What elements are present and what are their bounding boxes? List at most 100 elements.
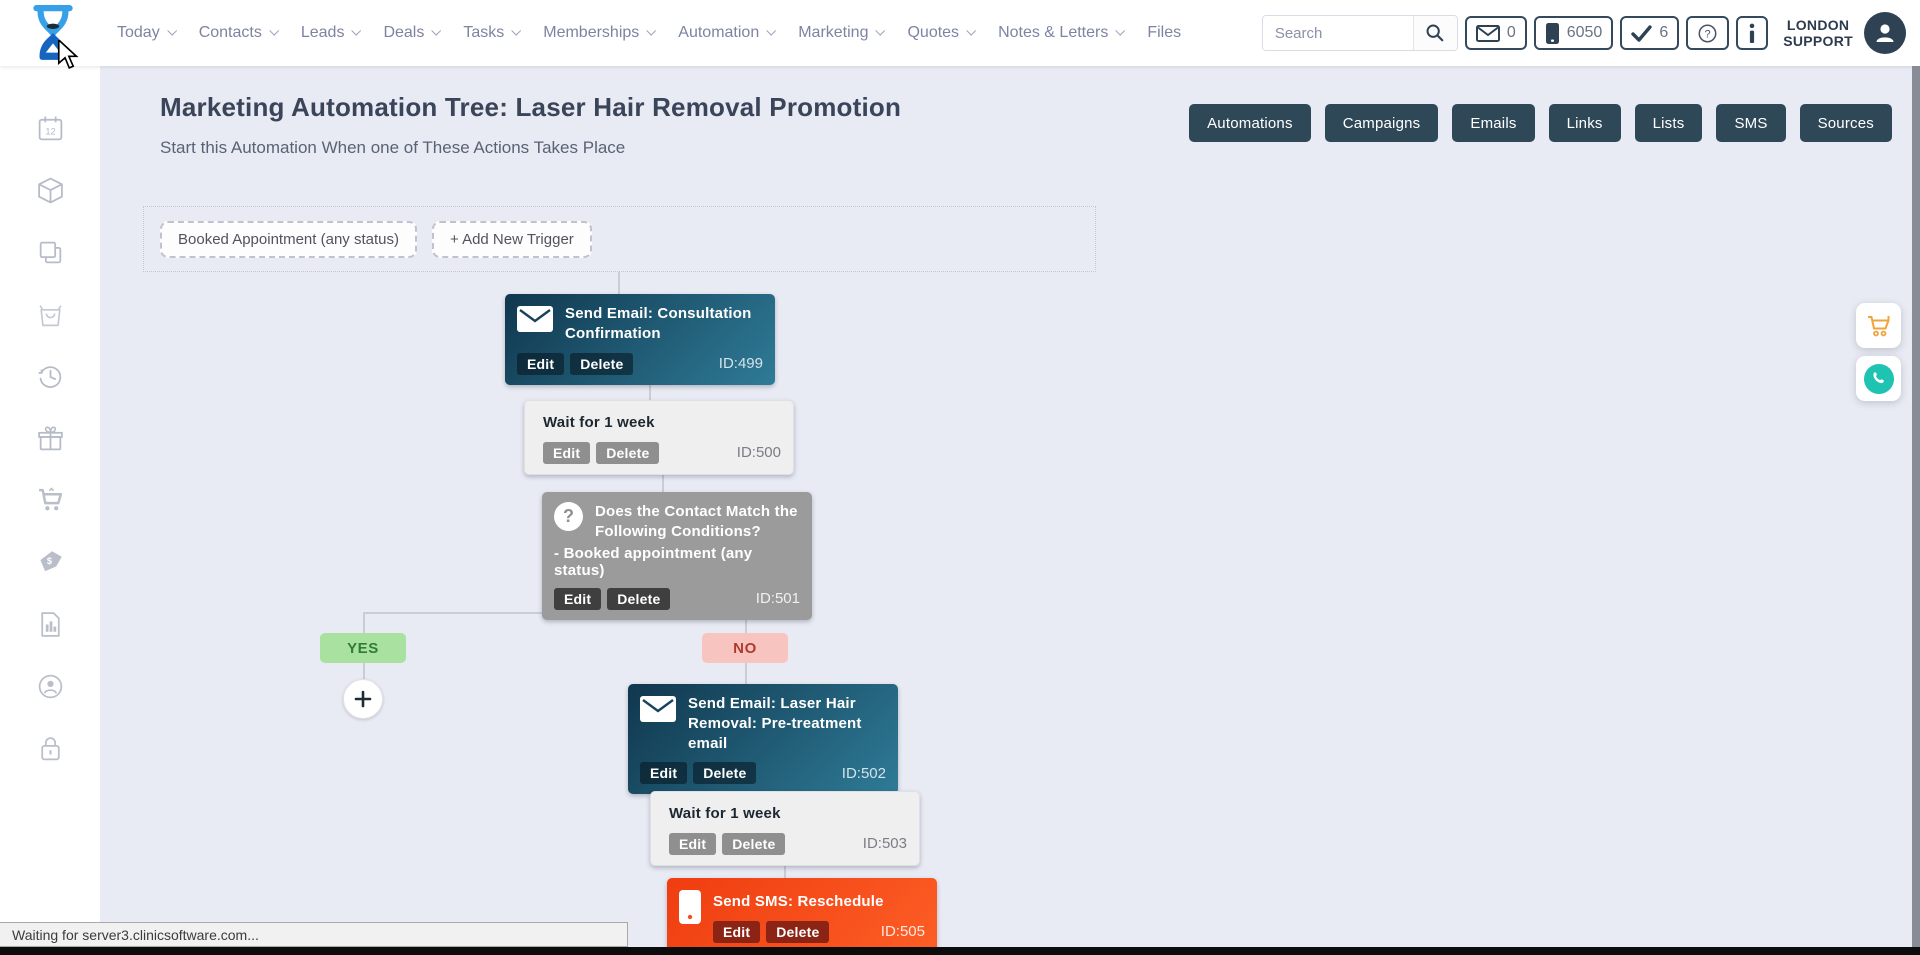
node-id: ID:501 (756, 590, 800, 607)
node-condition-501[interactable]: ? Does the Contact Match the Following C… (542, 492, 812, 620)
search-box (1262, 15, 1458, 51)
delete-button[interactable]: Delete (766, 921, 829, 943)
nav-item-memberships[interactable]: Memberships (531, 24, 666, 42)
price-tag-icon: $ (36, 548, 65, 577)
chevron-down-icon (1116, 26, 1126, 36)
branch-yes-label: YES (320, 633, 406, 663)
connector-line (363, 612, 365, 633)
edit-button[interactable]: Edit (669, 833, 716, 855)
node-send-email-502[interactable]: Send Email: Laser Hair Removal: Pre-trea… (628, 684, 898, 794)
sidebar-item-calendar[interactable]: 12 (36, 114, 65, 143)
status-text: Waiting for server3.clinicsoftware.com..… (12, 927, 259, 943)
sidebar-item-duplicates[interactable] (36, 238, 65, 267)
nav-item-deals[interactable]: Deals (371, 24, 451, 42)
node-id: ID:499 (719, 355, 763, 372)
node-header: Send Email: Laser Hair Removal: Pre-trea… (640, 694, 886, 753)
add-step-button[interactable] (343, 679, 383, 719)
chevron-down-icon (269, 26, 279, 36)
automations-button[interactable]: Automations (1189, 104, 1311, 142)
edit-button[interactable]: Edit (640, 762, 687, 784)
nav-label: Contacts (199, 24, 262, 42)
node-condition-detail: - Booked appointment (any status) (554, 545, 800, 579)
messages-button[interactable]: 0 (1465, 16, 1527, 50)
lists-button[interactable]: Lists (1635, 104, 1703, 142)
left-sidebar: 12 (0, 66, 100, 955)
user-avatar[interactable] (1864, 12, 1906, 54)
sidebar-item-security[interactable] (36, 734, 65, 763)
trigger-container: Booked Appointment (any status) + Add Ne… (143, 206, 1096, 272)
phone-icon (1545, 22, 1560, 45)
sidebar-item-orders[interactable] (36, 300, 65, 329)
whatsapp-float-button[interactable] (1856, 356, 1901, 401)
calls-button[interactable]: 6050 (1534, 16, 1614, 50)
nav-item-today[interactable]: Today (105, 24, 187, 42)
help-button[interactable]: ? (1686, 16, 1729, 50)
sms-button[interactable]: SMS (1716, 104, 1785, 142)
cart-float-button[interactable] (1856, 303, 1901, 348)
chevron-down-icon (512, 26, 522, 36)
node-title: Wait for 1 week (543, 413, 781, 433)
account-icon (36, 672, 65, 701)
delete-button[interactable]: Delete (607, 588, 670, 610)
nav-label: Notes & Letters (998, 24, 1108, 42)
delete-button[interactable]: Delete (596, 442, 659, 464)
sidebar-item-gifts[interactable] (36, 424, 65, 453)
browser-status-bar: Waiting for server3.clinicsoftware.com..… (0, 922, 628, 947)
edit-button[interactable]: Edit (713, 921, 760, 943)
nav-item-files[interactable]: Files (1135, 24, 1193, 42)
search-icon (1425, 23, 1445, 43)
node-title: Wait for 1 week (669, 804, 907, 824)
delete-button[interactable]: Delete (693, 762, 756, 784)
edit-button[interactable]: Edit (554, 588, 601, 610)
nav-item-tasks[interactable]: Tasks (451, 24, 531, 42)
sidebar-item-products[interactable] (36, 176, 65, 205)
search-input[interactable] (1263, 16, 1413, 50)
node-title: Send Email: Laser Hair Removal: Pre-trea… (688, 694, 886, 753)
search-button[interactable] (1413, 16, 1457, 50)
links-button[interactable]: Links (1549, 104, 1621, 142)
envelope-icon (1476, 25, 1500, 42)
node-actions: Edit Delete ID:505 (713, 921, 925, 943)
node-send-email-499[interactable]: Send Email: Consultation Confirmation Ed… (505, 294, 775, 385)
node-wait-503[interactable]: Wait for 1 week Edit Delete ID:503 (650, 791, 920, 866)
nav-label: Today (117, 24, 160, 42)
edit-button[interactable]: Edit (517, 353, 564, 375)
sidebar-item-reports[interactable] (36, 610, 65, 639)
trigger-chip-booked-appointment[interactable]: Booked Appointment (any status) (160, 221, 417, 258)
sources-button[interactable]: Sources (1800, 104, 1892, 142)
tasks-count: 6 (1659, 24, 1668, 42)
vertical-scrollbar[interactable] (1912, 66, 1920, 947)
branch-no-label: NO (702, 633, 788, 663)
nav-item-notes-letters[interactable]: Notes & Letters (986, 24, 1135, 42)
add-new-trigger-button[interactable]: + Add New Trigger (432, 221, 592, 258)
app-logo[interactable] (0, 4, 105, 62)
campaigns-button[interactable]: Campaigns (1325, 104, 1439, 142)
node-send-sms-505[interactable]: Send SMS: Reschedule Edit Delete ID:505 (667, 878, 937, 955)
node-wait-500[interactable]: Wait for 1 week Edit Delete ID:500 (524, 400, 794, 475)
nav-item-leads[interactable]: Leads (289, 24, 372, 42)
node-header: Send SMS: Reschedule Edit Delete ID:505 (679, 888, 925, 943)
delete-button[interactable]: Delete (570, 353, 633, 375)
tasks-button[interactable]: 6 (1620, 16, 1679, 50)
smartphone-icon (679, 890, 701, 929)
nav-label: Marketing (798, 24, 868, 42)
emails-button[interactable]: Emails (1452, 104, 1534, 142)
node-actions: Edit Delete ID:499 (517, 353, 763, 375)
bottom-edge-strip (0, 947, 1920, 955)
nav-item-contacts[interactable]: Contacts (187, 24, 289, 42)
nav-item-quotes[interactable]: Quotes (895, 24, 986, 42)
sidebar-item-pricing[interactable]: $ (36, 548, 65, 577)
nav-label: Automation (678, 24, 759, 42)
bag-icon (36, 300, 65, 329)
sidebar-item-account[interactable] (36, 672, 65, 701)
info-button[interactable] (1736, 16, 1768, 50)
edit-button[interactable]: Edit (543, 442, 590, 464)
envelope-icon (517, 306, 553, 337)
page-title: Marketing Automation Tree: Laser Hair Re… (160, 92, 901, 123)
history-icon (36, 362, 65, 391)
sidebar-item-history[interactable] (36, 362, 65, 391)
nav-item-automation[interactable]: Automation (666, 24, 786, 42)
nav-item-marketing[interactable]: Marketing (786, 24, 895, 42)
delete-button[interactable]: Delete (722, 833, 785, 855)
sidebar-item-cart[interactable] (36, 486, 65, 515)
